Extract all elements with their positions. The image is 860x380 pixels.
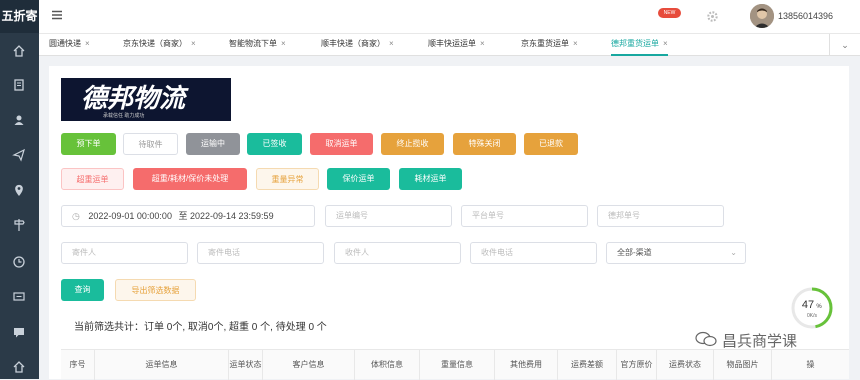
weight-abnormal-button[interactable]: 重量异常 <box>256 168 319 190</box>
column-header: 物品图片 <box>714 350 772 380</box>
column-header: 官方原价 <box>617 350 657 380</box>
close-icon[interactable]: × <box>281 39 286 48</box>
tab-bar: 圆通快递 × 京东快递（商家） × 智能物流下单 × 顺丰快递（商家） × 顺丰快运运单… <box>39 34 860 56</box>
message-icon[interactable] <box>12 290 26 304</box>
column-header: 运单状态 <box>229 350 263 380</box>
home-icon[interactable] <box>12 360 26 374</box>
avatar[interactable] <box>750 4 774 28</box>
sender-input[interactable]: 寄件人 <box>61 242 188 264</box>
app-logo: 五折寄 <box>0 0 39 33</box>
close-icon[interactable]: × <box>663 39 668 48</box>
date-separator: 至 <box>178 211 188 221</box>
clock-icon: ◷ <box>72 211 80 221</box>
logo-text: 德邦物流 <box>81 83 189 113</box>
tab-label: 京东快递（商家） <box>123 39 187 48</box>
tab-label: 圆通快递 <box>49 39 81 48</box>
gauge-rate: 0K/s <box>807 313 818 319</box>
tab-smart-logistics[interactable]: 智能物流下单 × <box>229 34 286 56</box>
username[interactable]: 13856014396 <box>778 11 833 21</box>
date-end: 2022-09-14 23:59:59 <box>190 211 274 221</box>
tab-label: 德邦重货运单 <box>611 39 659 48</box>
waybill-no-input[interactable]: 运单编号 <box>325 205 452 227</box>
status-cancelled-button[interactable]: 取消运单 <box>310 133 373 155</box>
tab-label: 顺丰快递（商家） <box>321 39 385 48</box>
receiver-input[interactable]: 收件人 <box>334 242 461 264</box>
tab-deppon-heavy[interactable]: 德邦重货运单 × <box>611 34 668 56</box>
network-gauge[interactable]: 47 % 0K/s <box>790 286 834 330</box>
column-header: 运费差额 <box>558 350 617 380</box>
clock-icon[interactable] <box>12 255 26 269</box>
tab-jd-heavy[interactable]: 京东重货运单 × <box>521 34 578 56</box>
tab-sf-freight[interactable]: 顺丰快运运单 × <box>428 34 485 56</box>
user-icon[interactable] <box>12 113 26 127</box>
column-header: 客户信息 <box>263 350 355 380</box>
unprocessed-issues-button[interactable]: 超重/耗材/保价未处理 <box>133 168 247 190</box>
gauge-unit: % <box>816 304 822 310</box>
tab-label: 顺丰快运运单 <box>428 39 476 48</box>
watermark-text: 昌兵商学课 <box>722 333 798 350</box>
query-button[interactable]: 查询 <box>61 279 104 301</box>
signpost-icon[interactable] <box>12 218 26 232</box>
status-signed-button[interactable]: 已签收 <box>247 133 302 155</box>
tab-label: 京东重货运单 <box>521 39 569 48</box>
chat-icon[interactable] <box>12 325 26 339</box>
status-prebooked-button[interactable]: 预下单 <box>61 133 116 155</box>
menu-icon[interactable] <box>51 9 63 21</box>
top-bar: NEW 13856014396 <box>39 0 860 34</box>
close-icon[interactable]: × <box>389 39 394 48</box>
receiver-phone-input[interactable]: 收件电话 <box>470 242 597 264</box>
tab-yto[interactable]: 圆通快递 × <box>49 34 90 56</box>
column-header: 序号 <box>61 350 95 380</box>
column-header: 体积信息 <box>355 350 420 380</box>
gear-icon[interactable] <box>706 10 719 23</box>
tab-jd-merchant[interactable]: 京东快递（商家） × <box>123 34 196 56</box>
chevron-down-icon[interactable]: ⌄ <box>829 34 860 56</box>
deppon-logo: 德邦物流 承载信任 助力成功 <box>61 78 231 121</box>
platform-no-input[interactable]: 平台单号 <box>461 205 588 227</box>
column-header: 其他费用 <box>495 350 558 380</box>
date-range-picker[interactable]: ◷ 2022-09-01 00:00:00 至 2022-09-14 23:59… <box>61 205 315 227</box>
chevron-down-icon: ⌄ <box>730 248 737 257</box>
sender-phone-input[interactable]: 寄件电话 <box>197 242 324 264</box>
column-header: 运单信息 <box>95 350 229 380</box>
document-icon[interactable] <box>12 78 26 92</box>
close-icon[interactable]: × <box>191 39 196 48</box>
overweight-waybill-button[interactable]: 超重运单 <box>61 168 124 190</box>
status-special-closed-button[interactable]: 特殊关闭 <box>453 133 516 155</box>
location-icon[interactable] <box>12 183 26 197</box>
close-icon[interactable]: × <box>573 39 578 48</box>
deppon-no-input[interactable]: 德邦单号 <box>597 205 724 227</box>
column-header: 重量信息 <box>420 350 495 380</box>
insured-waybill-button[interactable]: 保价运单 <box>327 168 390 190</box>
column-header: 操 <box>806 360 815 369</box>
channel-select[interactable]: 全部-渠道 ⌄ <box>606 242 746 264</box>
channel-select-value: 全部-渠道 <box>617 248 652 257</box>
tab-label: 智能物流下单 <box>229 39 277 48</box>
status-pending-pickup-button[interactable]: 待取件 <box>123 133 178 155</box>
table-header: 序号 运单信息 运单状态 客户信息 体积信息 重量信息 其他费用 运费差额 官方… <box>61 349 849 380</box>
consumables-waybill-button[interactable]: 耗材运单 <box>399 168 462 190</box>
gauge-value: 47 <box>802 299 814 311</box>
logo-slogan: 承载信任 助力成功 <box>103 112 144 119</box>
status-pickup-terminated-button[interactable]: 终止揽收 <box>381 133 444 155</box>
tab-sf-merchant[interactable]: 顺丰快递（商家） × <box>321 34 394 56</box>
export-button[interactable]: 导出筛选数据 <box>115 279 196 301</box>
send-icon[interactable] <box>12 148 26 162</box>
close-icon[interactable]: × <box>85 39 90 48</box>
status-refunded-button[interactable]: 已退款 <box>524 133 578 155</box>
filter-summary: 当前筛选共计：订单 0个, 取消0个, 超重 0 个, 待处理 0 个 <box>74 322 327 333</box>
date-start: 2022-09-01 00:00:00 <box>88 211 172 221</box>
avatar-image <box>750 4 774 28</box>
column-header: 运费状态 <box>657 350 714 380</box>
status-in-transit-button[interactable]: 运输中 <box>186 133 240 155</box>
close-icon[interactable]: × <box>480 39 485 48</box>
wechat-icon <box>695 331 717 347</box>
sidebar: 五折寄 <box>0 0 39 379</box>
home-icon[interactable] <box>12 44 26 58</box>
new-badge: NEW <box>658 8 681 18</box>
